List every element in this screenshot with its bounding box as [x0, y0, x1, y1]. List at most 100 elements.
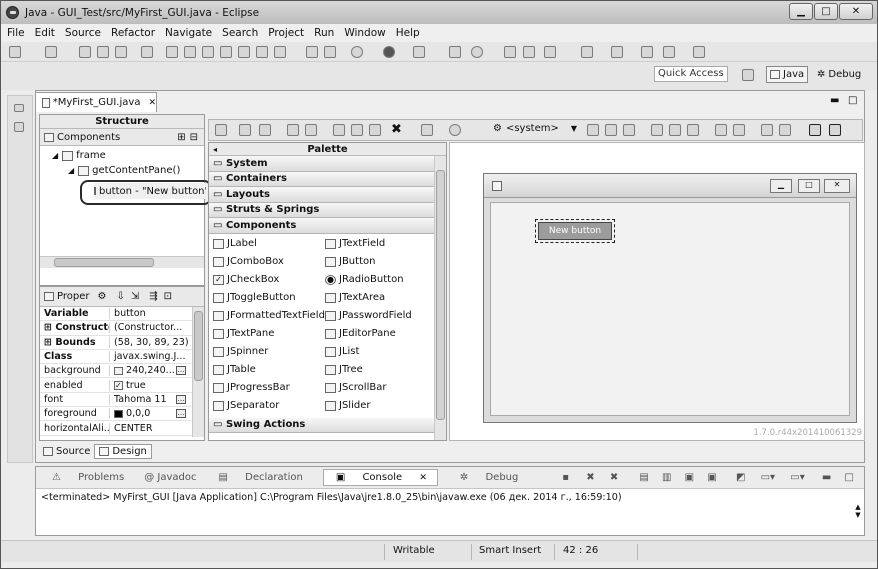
search-icon[interactable] [523, 46, 535, 58]
expand-icon[interactable]: ⊞ [44, 322, 52, 333]
palette-category-containers[interactable]: ▭ Containers [209, 171, 435, 187]
properties-view-icon[interactable] [421, 124, 433, 136]
open-perspective-icon[interactable] [742, 69, 754, 81]
palette-category-struts[interactable]: ▭ Struts & Springs [209, 202, 435, 218]
menu-edit[interactable]: Edit [35, 27, 55, 39]
center-horizontal-icon[interactable] [809, 124, 821, 136]
jframe-minimize-icon[interactable]: ▁ [770, 179, 792, 193]
palette-item-jlabel[interactable]: JLabel [213, 236, 257, 252]
align-center-icon[interactable] [605, 124, 617, 136]
open-task-icon[interactable] [504, 46, 516, 58]
edit-value-button[interactable]: … [176, 409, 186, 419]
display-console-icon[interactable]: ▭▾ [761, 472, 775, 483]
maximize-editor-icon[interactable]: □ [848, 95, 857, 106]
delete-icon[interactable]: ✖ [391, 122, 402, 137]
look-and-feel-icon[interactable] [449, 124, 461, 136]
palette-item-jtogglebutton[interactable]: JToggleButton [213, 290, 296, 306]
remove-launch-icon[interactable]: ✖ [586, 472, 594, 483]
show-stdout-icon[interactable]: ▣ [685, 472, 694, 483]
palette-item-jcheckbox[interactable]: ✓ JCheckBox [213, 272, 279, 288]
expand-icon[interactable]: ⊞ [44, 337, 52, 348]
property-row[interactable]: background 240,240...… [40, 364, 204, 379]
tab-problems[interactable]: ⚠ Problems [44, 472, 130, 483]
scrollbar-thumb[interactable] [194, 311, 203, 381]
use-step-filters-icon[interactable] [306, 46, 318, 58]
restore-default-icon[interactable]: ⊡ [164, 291, 172, 302]
next-annotation-icon[interactable] [581, 46, 593, 58]
back-icon[interactable] [663, 46, 675, 58]
palette-category-swing-actions[interactable]: ▭ Swing Actions [209, 417, 435, 433]
copy-icon[interactable] [351, 124, 363, 136]
dropdown-arrow-icon[interactable]: ▼ [571, 124, 577, 133]
resume-icon[interactable] [166, 46, 178, 58]
checkbox-checked-icon[interactable]: ✓ [114, 380, 123, 390]
debug-icon[interactable] [351, 46, 363, 58]
palette-item-jradiobutton[interactable]: ● JRadioButton [325, 272, 404, 288]
properties-vertical-scrollbar[interactable] [192, 307, 204, 437]
palette-item-jslider[interactable]: JSlider [325, 398, 370, 414]
scrollbar-thumb[interactable] [436, 170, 445, 420]
tree-expand-icon[interactable]: ◢ [68, 166, 74, 175]
menu-project[interactable]: Project [268, 27, 304, 39]
run-icon[interactable] [383, 46, 395, 58]
system-look-combo[interactable]: ⚙ <system> ▼ [493, 123, 577, 134]
restore-view-icon[interactable] [14, 104, 24, 112]
step-return-icon[interactable] [274, 46, 286, 58]
palette-item-jeditorpane[interactable]: JEditorPane [325, 326, 396, 342]
source-tab[interactable]: Source [39, 445, 94, 458]
clear-console-icon[interactable]: ▤ [639, 472, 648, 483]
test-gui-icon[interactable] [215, 124, 227, 136]
menu-file[interactable]: File [7, 27, 25, 39]
menu-refactor[interactable]: Refactor [111, 27, 155, 39]
remove-all-launches-icon[interactable]: ✖ [610, 472, 618, 483]
goto-definition-icon[interactable]: ⇩ [116, 291, 124, 302]
expand-all-icon[interactable]: ⊞ [177, 132, 185, 143]
paste-icon[interactable] [369, 124, 381, 136]
pen-icon[interactable] [544, 46, 556, 58]
menu-navigate[interactable]: Navigate [165, 27, 212, 39]
palette-item-jseparator[interactable]: JSeparator [213, 398, 279, 414]
tree-node-frame[interactable]: ◢ frame [52, 150, 106, 161]
palette-item-jtable[interactable]: JTable [213, 362, 256, 378]
new-button-widget[interactable]: New button [535, 219, 615, 243]
minimize-button[interactable]: ▁ [789, 3, 813, 20]
show-stderr-icon[interactable]: ▣ [707, 472, 716, 483]
tree-node-button[interactable]: button - "New button" [94, 183, 206, 199]
menu-source[interactable]: Source [65, 27, 101, 39]
palette-item-jpasswordfield[interactable]: JPasswordField [325, 308, 412, 324]
tab-javadoc[interactable]: @ Javadoc [144, 472, 196, 483]
space-horizontal-icon[interactable] [761, 124, 773, 136]
terminate-icon[interactable] [202, 46, 214, 58]
show-events-icon[interactable]: ⚙ [97, 291, 106, 302]
previous-annotation-icon[interactable] [611, 46, 623, 58]
jframe-maximize-icon[interactable]: □ [798, 179, 820, 193]
console-output[interactable]: <terminated> MyFirst_GUI [Java Applicati… [36, 489, 856, 506]
property-row[interactable]: enabled ✓ true [40, 378, 204, 393]
tab-debug[interactable]: ✲ Debug [452, 472, 524, 483]
scrollbar-thumb[interactable] [54, 258, 154, 267]
tab-console[interactable]: ▣ Console ✕ [322, 469, 438, 486]
property-row[interactable]: Class javax.swing.J... [40, 350, 204, 365]
space-vertical-icon[interactable] [779, 124, 791, 136]
palette-category-components[interactable]: ▭ Components [209, 218, 435, 234]
grid-icon[interactable] [239, 124, 251, 136]
menu-window[interactable]: Window [344, 27, 385, 39]
redo-icon[interactable] [305, 124, 317, 136]
palette-item-jscrollbar[interactable]: JScrollBar [325, 380, 386, 396]
palette-item-jtextfield[interactable]: JTextField [325, 236, 385, 252]
print-icon[interactable] [115, 46, 127, 58]
console-vertical-scrollbar[interactable]: ▲ ▼ [852, 503, 864, 529]
align-right-icon[interactable] [623, 124, 635, 136]
suspend-icon[interactable] [184, 46, 196, 58]
perspective-debug-button[interactable]: ✲ Debug [813, 66, 865, 83]
center-vertical-icon[interactable] [829, 124, 841, 136]
palette-item-jcombobox[interactable]: JComboBox [213, 254, 284, 270]
pin-console-icon[interactable]: ◩ [736, 472, 745, 483]
terminate-console-icon[interactable]: ▪ [562, 472, 569, 483]
minimize-editor-icon[interactable]: ▬ [830, 95, 839, 106]
property-row[interactable]: Variable button [40, 307, 204, 322]
save-all-icon[interactable] [97, 46, 109, 58]
menu-run[interactable]: Run [314, 27, 334, 39]
convert-local-icon[interactable]: ⇲ [131, 291, 139, 302]
edit-value-button[interactable]: … [176, 366, 186, 376]
